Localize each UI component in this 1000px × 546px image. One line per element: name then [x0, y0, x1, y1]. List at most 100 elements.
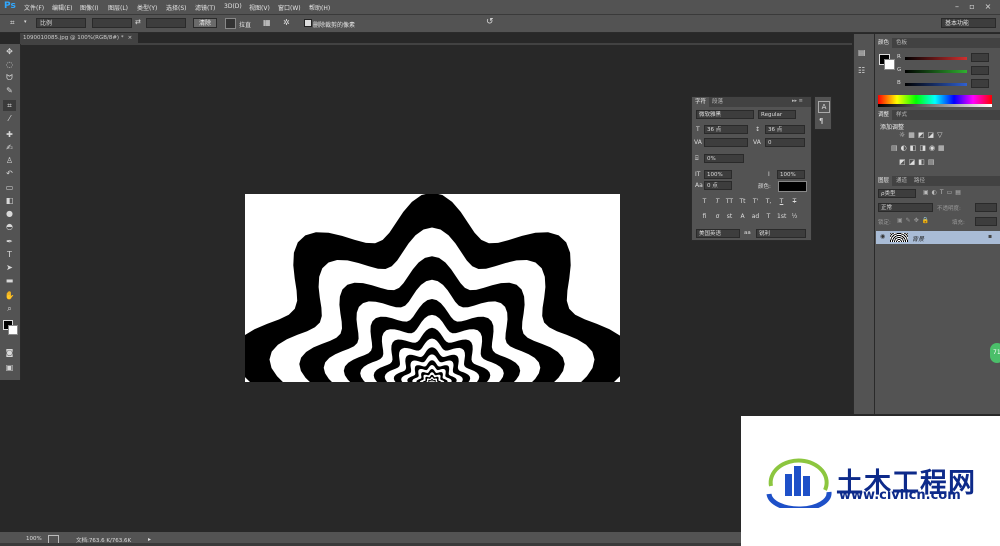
shape-tool-icon[interactable]: ▬ [3, 275, 16, 286]
fractions-button[interactable]: ½ [790, 212, 799, 221]
contextual-alt-button[interactable]: σ [713, 212, 722, 221]
close-icon[interactable]: × [983, 2, 993, 11]
superscript-button[interactable]: T' [751, 197, 760, 206]
document-canvas[interactable] [245, 194, 620, 382]
crop-tool-icon[interactable]: ⌗ [3, 100, 16, 111]
adjustment-icons-row-3[interactable]: ◩◪◧▤ [899, 158, 937, 166]
color-ramp-gray[interactable] [878, 104, 992, 107]
layer-row-background[interactable]: ◉ 背景 ▪ [876, 231, 1000, 244]
hand-tool-icon[interactable]: ✋ [3, 290, 16, 301]
discretionary-lig-button[interactable]: st [725, 212, 734, 221]
vertical-scale-input[interactable]: 100% [704, 170, 732, 179]
delete-cropped-checkbox[interactable] [304, 19, 312, 27]
fill-input[interactable] [975, 217, 997, 226]
font-style-select[interactable]: Regular [758, 110, 796, 119]
faux-italic-button[interactable]: T [713, 197, 722, 206]
minimize-icon[interactable]: – [952, 2, 962, 11]
document-tab[interactable]: 1090010085.jpg @ 100%(RGB/8#) * × [20, 33, 138, 43]
tab-layers[interactable]: 图层 [875, 176, 893, 186]
subscript-button[interactable]: T, [764, 197, 773, 206]
dodge-tool-icon[interactable]: ◓ [3, 221, 16, 232]
kerning-input[interactable] [704, 138, 748, 147]
tab-adjustments[interactable]: 调整 [875, 110, 893, 120]
titling-alt-button[interactable]: T [764, 212, 773, 221]
horizontal-scale-input[interactable]: 100% [777, 170, 805, 179]
text-color-swatch[interactable] [778, 181, 807, 192]
width-input[interactable] [92, 18, 132, 28]
history-panel-icon[interactable]: ▤ [858, 48, 866, 57]
tracking-input[interactable]: 0 [765, 138, 805, 147]
menu-view[interactable]: 视图(V) [249, 3, 270, 12]
language-select[interactable]: 美国英语 [696, 229, 740, 238]
screen-mode-icon[interactable]: ▣ [3, 362, 16, 373]
restore-icon[interactable]: ▫ [967, 2, 977, 11]
history-brush-tool-icon[interactable]: ↶ [3, 168, 16, 179]
stylistic-alt-button[interactable]: ad [751, 212, 760, 221]
reset-icon[interactable]: ↺ [486, 17, 494, 27]
ratio-select[interactable]: 比例 [36, 18, 86, 28]
menu-type[interactable]: 类型(Y) [137, 3, 157, 12]
straighten-icon[interactable] [225, 18, 236, 29]
tab-color[interactable]: 颜色 [875, 38, 893, 48]
blur-tool-icon[interactable]: ● [3, 208, 16, 219]
swash-button[interactable]: A [738, 212, 747, 221]
layer-name[interactable]: 背景 [912, 234, 924, 243]
color-spectrum-bar[interactable] [878, 95, 992, 104]
tab-paragraph[interactable]: 段落 [709, 97, 726, 107]
eyedropper-tool-icon[interactable]: ⁄ [3, 113, 16, 124]
menu-help[interactable]: 帮助(H) [309, 3, 330, 12]
tab-channels[interactable]: 通道 [893, 176, 910, 186]
small-caps-button[interactable]: Tt [738, 197, 747, 206]
character-panel-icon[interactable]: A [818, 101, 830, 113]
menu-file[interactable]: 文件(F) [24, 3, 44, 12]
status-menu-arrow-icon[interactable]: ▸ [148, 536, 151, 543]
underline-button[interactable]: T [777, 197, 786, 206]
menu-layer[interactable]: 图层(L) [108, 3, 128, 12]
channel-b-input[interactable] [971, 79, 989, 88]
color-bg-swatch[interactable] [884, 59, 895, 70]
adjustment-icons-row-1[interactable]: ☼▦◩◪▽ [899, 131, 946, 139]
menu-select[interactable]: 选择(S) [166, 3, 187, 12]
menu-image[interactable]: 图像(I) [80, 3, 98, 12]
marquee-tool-icon[interactable]: ◌ [3, 59, 16, 70]
properties-panel-icon[interactable]: ☷ [858, 66, 865, 75]
font-family-select[interactable]: 微软雅黑 [696, 110, 754, 119]
lock-icons[interactable]: ▣✎✥🔒 [897, 217, 932, 224]
panel-collapse-icon[interactable]: ▸▸ ≡ [792, 98, 803, 104]
background-color-swatch[interactable] [8, 325, 18, 335]
eraser-tool-icon[interactable]: ▭ [3, 182, 16, 193]
faux-bold-button[interactable]: T [700, 197, 709, 206]
strikethrough-button[interactable]: T [790, 197, 799, 206]
adjustment-icons-row-2[interactable]: ▤◐◧◨◉▦ [891, 144, 948, 152]
gear-icon[interactable]: ✲ [283, 18, 290, 27]
antialias-select[interactable]: 锐利 [756, 229, 806, 238]
clear-button[interactable]: 清除 [193, 18, 217, 28]
crop-tool-icon[interactable]: ⌗ [10, 18, 15, 28]
healing-brush-tool-icon[interactable]: ✚ [3, 129, 16, 140]
blend-mode-select[interactable]: 正常 [878, 203, 933, 212]
font-size-input[interactable]: 36 点 [704, 125, 748, 134]
channel-g-input[interactable] [971, 66, 989, 75]
channel-b-slider[interactable] [905, 83, 967, 86]
path-select-tool-icon[interactable]: ➤ [3, 262, 16, 273]
menu-window[interactable]: 窗口(W) [278, 3, 301, 12]
channel-r-slider[interactable] [905, 57, 967, 60]
move-tool-icon[interactable]: ✥ [3, 46, 16, 57]
tsume-input[interactable]: 0% [704, 154, 744, 163]
brush-tool-icon[interactable]: ✍ [3, 142, 16, 153]
zoom-level[interactable]: 100% [26, 536, 42, 542]
ligatures-button[interactable]: fi [700, 212, 709, 221]
floating-badge[interactable]: 71 [990, 343, 1000, 363]
swap-icon[interactable]: ⇄ [135, 18, 141, 26]
overlay-grid-icon[interactable]: ▦ [263, 18, 271, 27]
pen-tool-icon[interactable]: ✒ [3, 236, 16, 247]
all-caps-button[interactable]: TT [725, 197, 734, 206]
gradient-tool-icon[interactable]: ◧ [3, 195, 16, 206]
tab-paths[interactable]: 路径 [911, 176, 928, 186]
baseline-shift-input[interactable]: 0 点 [704, 181, 732, 190]
menu-3d[interactable]: 3D(D) [224, 3, 242, 10]
quick-mask-icon[interactable]: ◙ [3, 347, 16, 358]
layer-filter-icons[interactable]: ▣◐T▭▤ [923, 189, 964, 196]
channel-r-input[interactable] [971, 53, 989, 62]
tool-preset-chevron-icon[interactable]: ▾ [24, 19, 27, 25]
